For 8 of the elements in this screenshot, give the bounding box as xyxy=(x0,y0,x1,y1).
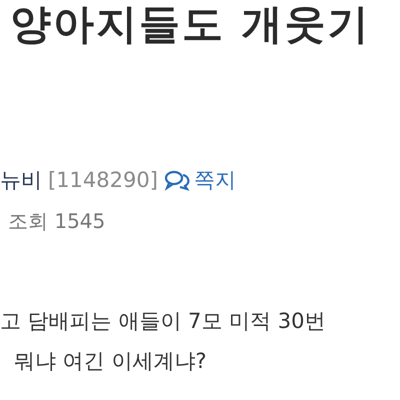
author-name[interactable]: 뉴비 xyxy=(0,166,42,194)
post-text: 뭐냐 여긴 이세계냐? xyxy=(13,348,208,375)
post-text: 고 담배피는 애들이 7모 미적 30번 xyxy=(0,308,326,335)
post-title: 양아지들도 개웃기 xyxy=(10,0,372,48)
view-count: 조회 1545 xyxy=(8,208,106,235)
chat-bubbles-icon xyxy=(164,169,190,191)
author-id: [1148290] xyxy=(48,168,158,192)
message-link[interactable]: 쪽지 xyxy=(164,166,236,194)
